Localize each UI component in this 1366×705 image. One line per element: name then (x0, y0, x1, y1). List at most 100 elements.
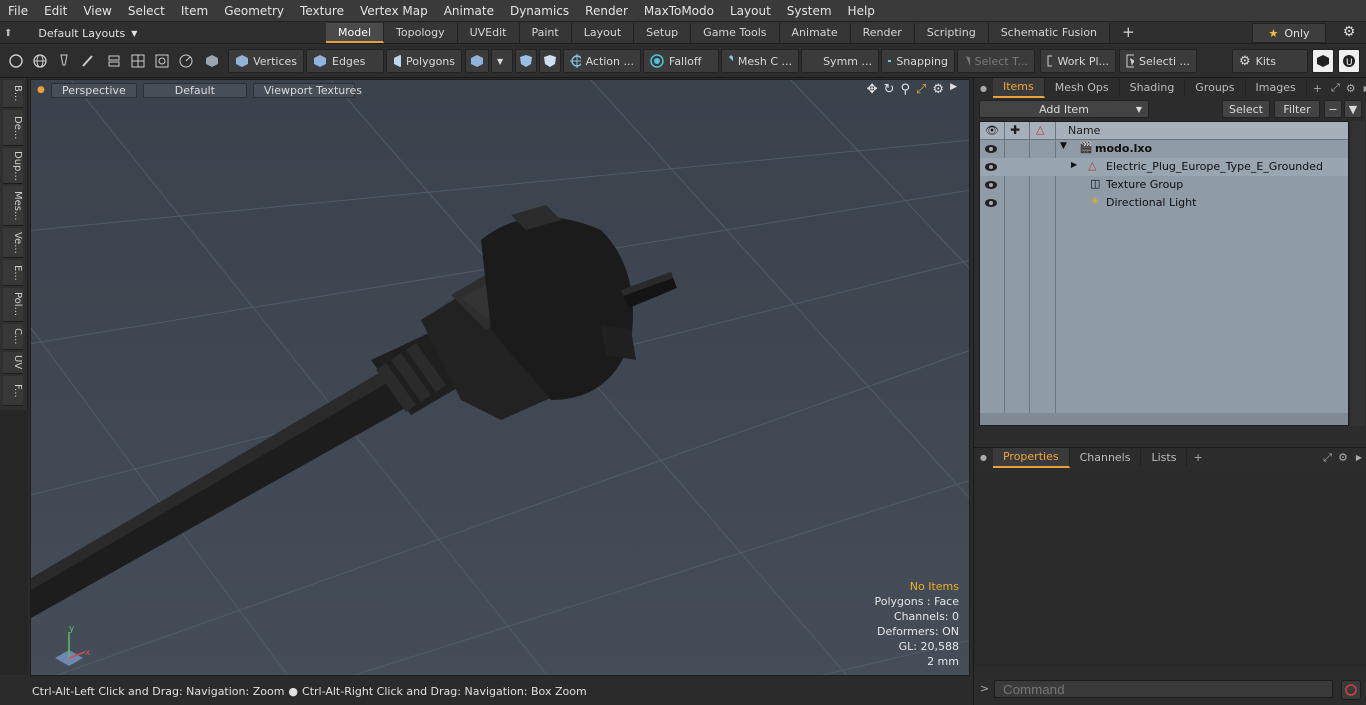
shield-button[interactable] (515, 49, 537, 73)
circle-select-icon[interactable] (6, 51, 26, 71)
command-input[interactable] (994, 680, 1333, 698)
play-icon[interactable]: ▶ (950, 82, 957, 97)
pen-icon[interactable] (54, 51, 74, 71)
visibility-eye-icon[interactable] (984, 143, 998, 155)
rotate-icon[interactable]: ↻ (884, 82, 895, 97)
falloff-button[interactable]: Falloff (643, 49, 719, 73)
tab-animate[interactable]: Animate (779, 23, 851, 43)
material-dropdown[interactable]: ▼ (491, 49, 513, 73)
tab-uvedit[interactable]: UVEdit (457, 23, 520, 43)
menu-maxtomodo[interactable]: MaxToModo (636, 0, 722, 22)
item-row-light[interactable]: ☀ Directional Light (980, 194, 1348, 212)
work-plane-button[interactable]: Work Pl... (1040, 49, 1116, 73)
tab-game-tools[interactable]: Game Tools (691, 23, 780, 43)
tab-schematic-fusion[interactable]: Schematic Fusion (988, 23, 1111, 43)
left-tab-uv[interactable]: UV (3, 352, 23, 374)
grid-icon[interactable] (128, 51, 148, 71)
tab-properties[interactable]: Properties (992, 447, 1070, 468)
frame-icon[interactable] (152, 51, 172, 71)
globe-icon[interactable] (30, 51, 50, 71)
tab-model[interactable]: Model (326, 23, 385, 43)
item-list-vscroll[interactable] (1351, 121, 1365, 426)
unity-button[interactable] (1312, 49, 1334, 73)
left-tab-curve[interactable]: C... (3, 324, 23, 350)
vertices-button[interactable]: Vertices (228, 49, 304, 73)
symmetry-button[interactable]: Symm ... (801, 49, 879, 73)
edges-button[interactable]: Edges (306, 49, 384, 73)
menu-vertex-map[interactable]: Vertex Map (352, 0, 436, 22)
collapse-arrow-icon[interactable]: ▶ (1071, 160, 1077, 169)
cube-solid-icon[interactable] (202, 51, 222, 71)
command-record-button[interactable] (1341, 680, 1361, 700)
menu-item[interactable]: Item (173, 0, 216, 22)
viewport-textures-dropdown[interactable]: Viewport Textures (252, 82, 362, 98)
tab-paint[interactable]: Paint (519, 23, 572, 43)
tab-images[interactable]: Images (1246, 79, 1307, 97)
panel-menu-icon[interactable]: ▶ (1351, 453, 1366, 462)
menu-help[interactable]: Help (840, 0, 883, 22)
align-icon[interactable] (104, 51, 124, 71)
menu-animate[interactable]: Animate (436, 0, 502, 22)
left-tab-edge[interactable]: E... (3, 260, 23, 286)
panel-dot-icon[interactable]: ● (974, 84, 993, 93)
expand-icon[interactable]: ⤢ (1320, 451, 1335, 465)
maximize-icon[interactable]: ⤢ (916, 82, 926, 97)
tab-render[interactable]: Render (850, 23, 915, 43)
mesh-constraint-button[interactable]: Mesh C ... (721, 49, 799, 73)
menu-file[interactable]: File (0, 0, 36, 22)
dial-icon[interactable] (176, 51, 196, 71)
viewport-scene[interactable] (31, 80, 970, 676)
visibility-eye-icon[interactable] (984, 197, 998, 209)
filter-button[interactable]: Filter (1274, 100, 1320, 118)
only-button[interactable]: ★ Only (1252, 23, 1326, 43)
left-tab-vertex[interactable]: Ve... (3, 228, 23, 258)
snapping-button[interactable]: Snapping (881, 49, 955, 73)
type-column-icon[interactable]: △ (1036, 123, 1044, 136)
collapse-icon[interactable]: − (1324, 100, 1342, 118)
left-tab-mesh-edit[interactable]: Mes... (3, 186, 23, 226)
tab-layout[interactable]: Layout (571, 23, 635, 43)
panel-dot-icon[interactable]: ● (974, 453, 993, 462)
polygons-button[interactable]: Polygons (386, 49, 462, 73)
expand-icon[interactable]: ⤢ (1328, 81, 1343, 95)
lock-column-icon[interactable]: ✚ (1010, 123, 1020, 137)
3d-viewport[interactable]: ● Perspective Default Viewport Textures … (30, 79, 970, 676)
menu-system[interactable]: System (779, 0, 840, 22)
menu-select[interactable]: Select (120, 0, 173, 22)
item-row-texture-group[interactable]: ◫ Texture Group (980, 176, 1348, 194)
viewport-gear-icon[interactable]: ⚙ (932, 82, 944, 97)
move-icon[interactable]: ✥ (867, 82, 878, 97)
item-list-scrollbar[interactable] (980, 413, 1348, 425)
add-tab-icon[interactable]: + (1110, 23, 1147, 43)
arrow-up-icon[interactable]: ⬆ (4, 28, 12, 39)
item-row-mesh[interactable]: ▶ △ Electric_Plug_Europe_Type_E_Grounded (980, 158, 1348, 176)
tab-topology[interactable]: Topology (384, 23, 458, 43)
left-tab-polygon[interactable]: Pol... (3, 288, 23, 322)
left-tab-deform[interactable]: De... (3, 110, 23, 146)
menu-geometry[interactable]: Geometry (216, 0, 292, 22)
kits-button[interactable]: ⚙ Kits (1232, 49, 1308, 73)
add-tab-icon[interactable]: + (1187, 451, 1208, 464)
visibility-column-eye-icon[interactable]: 👁 (985, 124, 999, 137)
shading-dropdown[interactable]: Default (142, 82, 247, 98)
expand-arrow-icon[interactable]: ▼ (1060, 141, 1067, 151)
action-center-button[interactable]: Action ... (563, 49, 641, 73)
tab-mesh-ops[interactable]: Mesh Ops (1045, 79, 1120, 97)
gear-icon[interactable]: ⚙ (1340, 24, 1358, 42)
tab-groups[interactable]: Groups (1185, 79, 1246, 97)
view-mode-dropdown[interactable]: Perspective (50, 82, 137, 98)
unreal-button[interactable]: U (1338, 49, 1360, 73)
add-item-button[interactable]: Add Item ▼ (979, 100, 1149, 118)
selection-sets-button[interactable]: Selecti ... (1119, 49, 1197, 73)
tab-setup[interactable]: Setup (634, 23, 692, 43)
item-row-scene[interactable]: ▼ 🎬 modo.lxo (980, 140, 1348, 158)
name-column-header[interactable]: Name (1068, 124, 1100, 137)
material-button[interactable] (465, 49, 489, 73)
layout-selector[interactable]: ⬆ Default Layouts ▼ (4, 22, 137, 44)
menu-layout[interactable]: Layout (722, 0, 779, 22)
add-tab-icon[interactable]: + (1307, 82, 1328, 95)
select-through-button[interactable]: Select T... (957, 49, 1035, 73)
left-tab-duplicate[interactable]: Dup... (3, 148, 23, 184)
visibility-eye-icon[interactable] (984, 161, 998, 173)
brush-icon[interactable] (78, 51, 98, 71)
